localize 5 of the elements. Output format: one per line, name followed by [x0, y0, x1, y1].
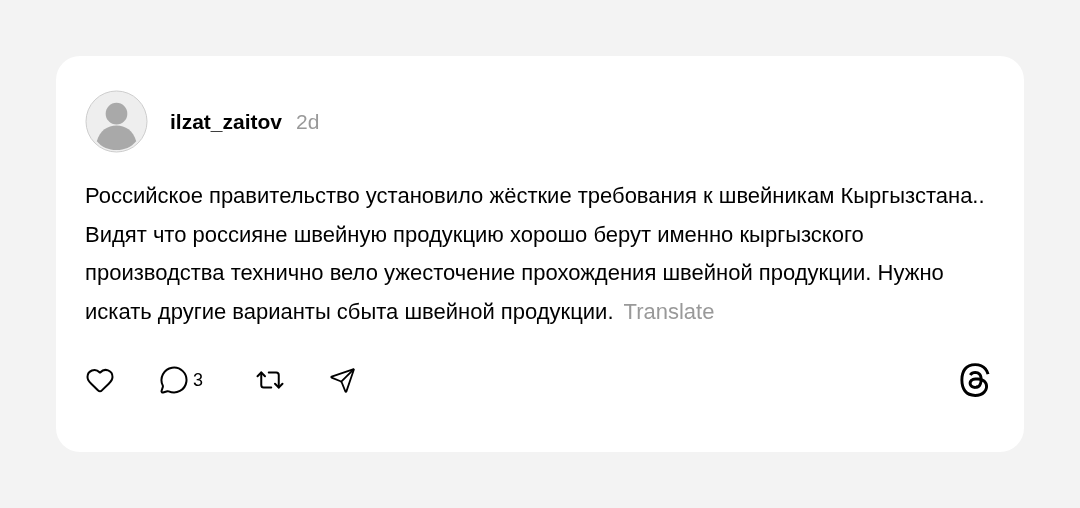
avatar-icon: [85, 90, 148, 153]
post-text: Российское правительство установило жёсткие требования к швейникам Кыргызстана.. Видят что россияне швейную продукцию хорошо берут именно кыргызского производства технично вело ужесточение прохождения швейной продукции. Нужно искать другие варианты сбыта швейной продукции. Translate: [85, 182, 985, 326]
post-time: 2d: [296, 109, 320, 133]
username[interactable]: ilzat_zaitov: [170, 109, 283, 133]
share-button[interactable]: [329, 366, 356, 394]
